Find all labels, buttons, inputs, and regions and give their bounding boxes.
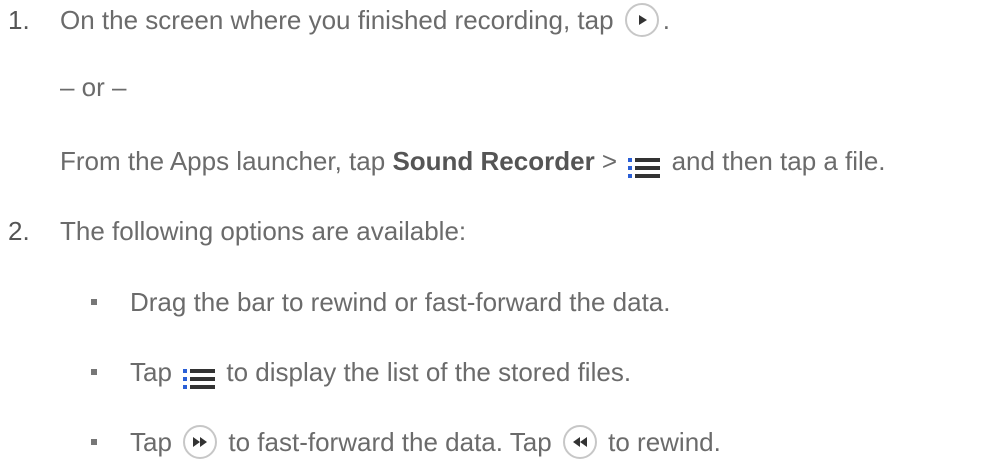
option-3-after: to rewind. (608, 427, 721, 457)
list-icon (183, 361, 216, 390)
play-icon (624, 3, 659, 38)
bullet-icon (91, 299, 97, 305)
option-3-before: Tap (130, 427, 172, 457)
option-2-before: Tap (130, 357, 172, 387)
option-2-text: Tap to display the list of the stored fi… (130, 352, 631, 392)
option-3-text: Tap to fast-forward the data. Tap to rew… (130, 422, 721, 462)
rewind-icon (562, 425, 597, 460)
option-1-text: Drag the bar to rewind or fast-forward t… (130, 287, 671, 317)
step-2-text: The following options are available: (60, 216, 467, 246)
step-2-number: 2. (8, 216, 30, 246)
step-1-number: 1. (8, 5, 30, 35)
list-icon (628, 150, 661, 179)
step-1-text-after: . (662, 5, 671, 35)
bullet-icon (91, 439, 97, 445)
or-separator: – or – (60, 72, 127, 102)
sound-recorder-label: Sound Recorder (392, 146, 595, 176)
step-1-text-before: On the screen where you finished recordi… (60, 5, 614, 35)
bullet-icon (91, 369, 97, 375)
option-3-middle: to fast-forward the data. Tap (228, 427, 552, 457)
fast-forward-icon (183, 425, 218, 460)
option-2-after: to display the list of the stored files. (226, 357, 632, 387)
alt-part2: > (601, 146, 618, 176)
alt-part3: and then tap a file. (671, 146, 886, 176)
alt-part1: From the Apps launcher, tap (60, 146, 386, 176)
step-1-text: On the screen where you finished recordi… (60, 0, 670, 40)
alt-instruction-text: From the Apps launcher, tap Sound Record… (60, 141, 886, 181)
